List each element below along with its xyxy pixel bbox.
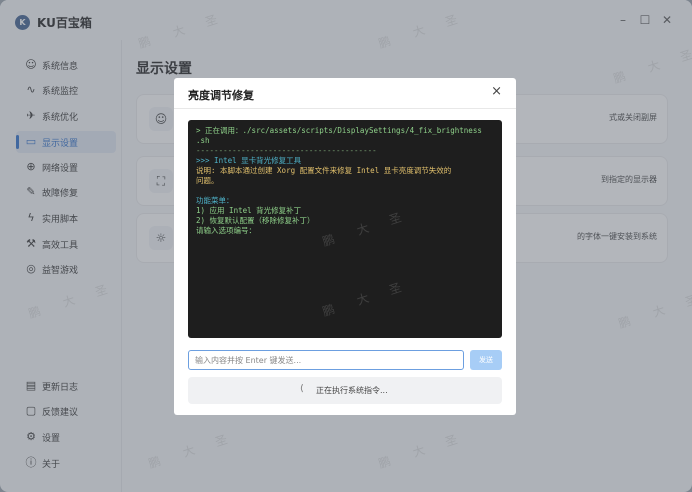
- terminal-line: >>> Intel 显卡背光修复工具: [196, 156, 302, 165]
- terminal-line: 2) 恢复默认配置（移除修复补丁）: [196, 216, 315, 225]
- terminal-line: 功能菜单：: [196, 196, 234, 205]
- command-input-wrapper[interactable]: [188, 350, 464, 370]
- terminal-line: 问题。: [196, 176, 219, 185]
- execution-status-bar: ⟨ 正在执行系统指令...: [188, 377, 502, 404]
- terminal-line: 1) 应用 Intel 背光修复补丁: [196, 206, 302, 215]
- dialog-divider: [174, 108, 516, 109]
- terminal-line: 说明: 本脚本通过创建 Xorg 配置文件来修复 Intel 显卡亮度调节失效的: [196, 166, 452, 175]
- command-input[interactable]: [195, 354, 455, 367]
- dialog-close-button[interactable]: ×: [491, 85, 502, 99]
- terminal-line: > 正在调用：./src/assets/scripts/DisplaySetti…: [196, 126, 482, 135]
- terminal-line: 请输入选项编号：: [196, 226, 256, 235]
- dialog-title: 亮度调节修复: [188, 89, 254, 102]
- send-button[interactable]: 发送: [470, 350, 502, 370]
- status-text: 正在执行系统指令...: [316, 386, 388, 395]
- loading-spinner-icon: ⟨: [300, 384, 304, 394]
- terminal-line: ----------------------------------------: [196, 146, 377, 155]
- brightness-fix-dialog: 亮度调节修复 × > 正在调用：./src/assets/scripts/Dis…: [174, 78, 516, 415]
- terminal-line: .sh: [196, 136, 210, 145]
